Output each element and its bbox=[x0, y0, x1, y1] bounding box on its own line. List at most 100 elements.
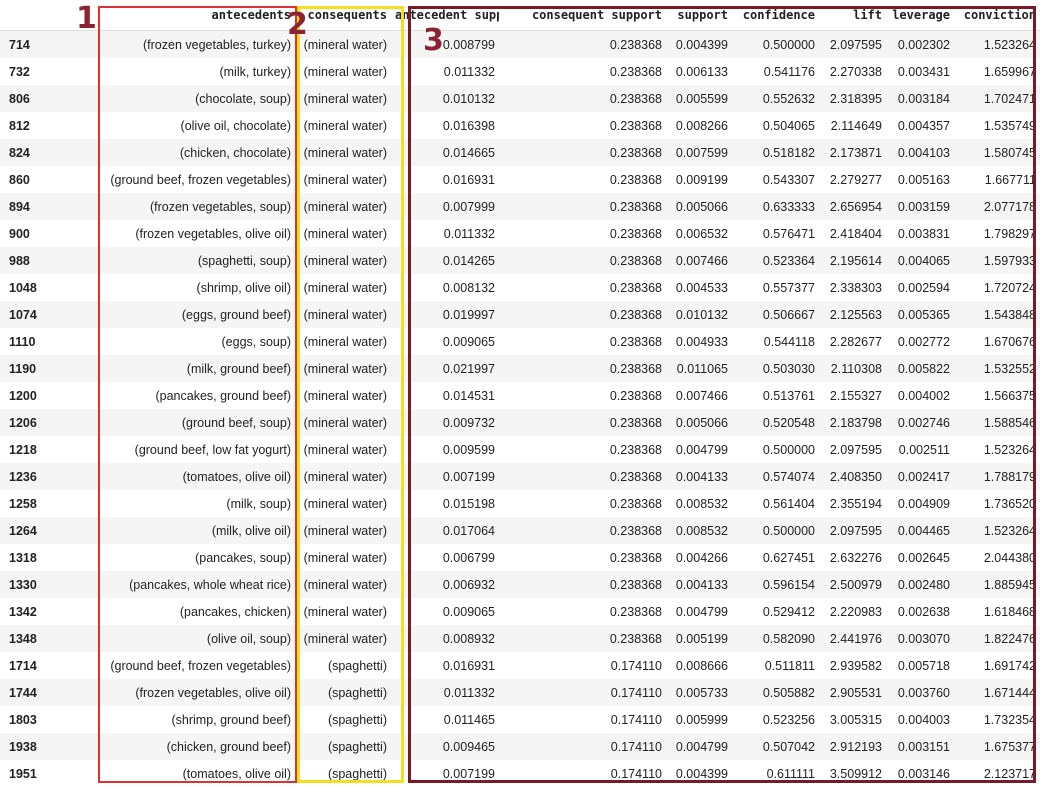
cell-consequent-support: 0.238368 bbox=[499, 544, 666, 571]
cell-support: 0.008532 bbox=[666, 517, 732, 544]
cell-consequent-support: 0.238368 bbox=[499, 517, 666, 544]
cell-index: 1218 bbox=[0, 436, 98, 463]
cell-antecedents: (frozen vegetables, soup) bbox=[98, 193, 295, 220]
cell-support: 0.007599 bbox=[666, 139, 732, 166]
cell-consequents: (mineral water) bbox=[295, 58, 391, 85]
cell-leverage: 0.003070 bbox=[886, 625, 954, 652]
cell-antecedent-support: 0.011332 bbox=[391, 220, 499, 247]
cell-lift: 2.279277 bbox=[819, 166, 886, 193]
cell-confidence: 0.506667 bbox=[732, 301, 819, 328]
cell-consequents: (mineral water) bbox=[295, 382, 391, 409]
cell-consequent-support: 0.238368 bbox=[499, 409, 666, 436]
cell-antecedent-support: 0.009465 bbox=[391, 733, 499, 760]
cell-consequents: (mineral water) bbox=[295, 112, 391, 139]
cell-consequent-support: 0.238368 bbox=[499, 571, 666, 598]
cell-antecedent-support: 0.009065 bbox=[391, 598, 499, 625]
cell-lift: 2.173871 bbox=[819, 139, 886, 166]
table-row: 860 (ground beef, frozen vegetables) (mine… bbox=[0, 166, 1040, 193]
cell-confidence: 0.503030 bbox=[732, 355, 819, 382]
table-row: 806 (chocolate, soup) (mineral water) 0.010… bbox=[0, 85, 1040, 112]
cell-index: 894 bbox=[0, 193, 98, 220]
cell-consequents: (mineral water) bbox=[295, 625, 391, 652]
cell-antecedents: (pancakes, chicken) bbox=[98, 598, 295, 625]
cell-leverage: 0.005718 bbox=[886, 652, 954, 679]
cell-conviction: 2.044380 bbox=[954, 544, 1040, 571]
cell-consequent-support: 0.238368 bbox=[499, 382, 666, 409]
cell-antecedent-support: 0.016931 bbox=[391, 652, 499, 679]
cell-support: 0.004399 bbox=[666, 760, 732, 787]
cell-leverage: 0.002645 bbox=[886, 544, 954, 571]
cell-consequents: (spaghetti) bbox=[295, 679, 391, 706]
cell-confidence: 0.523256 bbox=[732, 706, 819, 733]
table-row: 894 (frozen vegetables, soup) (mineral wat… bbox=[0, 193, 1040, 220]
cell-antecedents: (milk, ground beef) bbox=[98, 355, 295, 382]
cell-consequents: (mineral water) bbox=[295, 544, 391, 571]
cell-antecedents: (ground beef, frozen vegetables) bbox=[98, 166, 295, 193]
cell-support: 0.010132 bbox=[666, 301, 732, 328]
cell-consequent-support: 0.238368 bbox=[499, 328, 666, 355]
cell-consequents: (mineral water) bbox=[295, 220, 391, 247]
cell-antecedents: (pancakes, ground beef) bbox=[98, 382, 295, 409]
cell-leverage: 0.004002 bbox=[886, 382, 954, 409]
cell-antecedents: (ground beef, soup) bbox=[98, 409, 295, 436]
column-header-consequent-support: consequent support bbox=[499, 0, 666, 31]
cell-lift: 2.656954 bbox=[819, 193, 886, 220]
cell-index: 1190 bbox=[0, 355, 98, 382]
cell-antecedents: (pancakes, whole wheat rice) bbox=[98, 571, 295, 598]
cell-consequent-support: 0.174110 bbox=[499, 652, 666, 679]
cell-antecedent-support: 0.019997 bbox=[391, 301, 499, 328]
cell-support: 0.004133 bbox=[666, 463, 732, 490]
cell-support: 0.004266 bbox=[666, 544, 732, 571]
cell-index: 1200 bbox=[0, 382, 98, 409]
table-row: 1110 (eggs, soup) (mineral water) 0.009065 0… bbox=[0, 328, 1040, 355]
cell-conviction: 1.720724 bbox=[954, 274, 1040, 301]
cell-antecedent-support: 0.006932 bbox=[391, 571, 499, 598]
table-row: 714 (frozen vegetables, turkey) (mineral w… bbox=[0, 30, 1040, 58]
cell-consequent-support: 0.238368 bbox=[499, 274, 666, 301]
cell-support: 0.008532 bbox=[666, 490, 732, 517]
cell-antecedent-support: 0.007999 bbox=[391, 193, 499, 220]
cell-confidence: 0.523364 bbox=[732, 247, 819, 274]
column-header-lift: lift bbox=[819, 0, 886, 31]
cell-antecedent-support: 0.011465 bbox=[391, 706, 499, 733]
table-row: 732 (milk, turkey) (mineral water) 0.011332… bbox=[0, 58, 1040, 85]
table-row: 1744 (frozen vegetables, olive oil) (spagh… bbox=[0, 679, 1040, 706]
cell-conviction: 1.671444 bbox=[954, 679, 1040, 706]
cell-lift: 2.355194 bbox=[819, 490, 886, 517]
cell-conviction: 1.798297 bbox=[954, 220, 1040, 247]
cell-leverage: 0.003159 bbox=[886, 193, 954, 220]
cell-lift: 2.905531 bbox=[819, 679, 886, 706]
cell-leverage: 0.003146 bbox=[886, 760, 954, 787]
cell-confidence: 0.574074 bbox=[732, 463, 819, 490]
cell-support: 0.011065 bbox=[666, 355, 732, 382]
cell-support: 0.005066 bbox=[666, 409, 732, 436]
table-row: 1236 (tomatoes, olive oil) (mineral water)… bbox=[0, 463, 1040, 490]
cell-leverage: 0.002594 bbox=[886, 274, 954, 301]
cell-conviction: 1.618468 bbox=[954, 598, 1040, 625]
table-row: 1342 (pancakes, chicken) (mineral water) 0.… bbox=[0, 598, 1040, 625]
table-row: 824 (chicken, chocolate) (mineral water) 0.… bbox=[0, 139, 1040, 166]
cell-conviction: 1.523264 bbox=[954, 30, 1040, 58]
cell-consequents: (mineral water) bbox=[295, 139, 391, 166]
cell-antecedent-support: 0.014265 bbox=[391, 247, 499, 274]
cell-lift: 2.912193 bbox=[819, 733, 886, 760]
cell-lift: 2.110308 bbox=[819, 355, 886, 382]
cell-lift: 2.418404 bbox=[819, 220, 886, 247]
cell-confidence: 0.500000 bbox=[732, 436, 819, 463]
cell-confidence: 0.518182 bbox=[732, 139, 819, 166]
cell-consequent-support: 0.238368 bbox=[499, 193, 666, 220]
cell-confidence: 0.520548 bbox=[732, 409, 819, 436]
cell-lift: 2.155327 bbox=[819, 382, 886, 409]
cell-index: 806 bbox=[0, 85, 98, 112]
cell-consequent-support: 0.238368 bbox=[499, 112, 666, 139]
cell-confidence: 0.582090 bbox=[732, 625, 819, 652]
cell-leverage: 0.002746 bbox=[886, 409, 954, 436]
cell-support: 0.004799 bbox=[666, 733, 732, 760]
cell-consequent-support: 0.238368 bbox=[499, 247, 666, 274]
cell-support: 0.005999 bbox=[666, 706, 732, 733]
cell-index: 824 bbox=[0, 139, 98, 166]
cell-support: 0.006532 bbox=[666, 220, 732, 247]
cell-consequents: (mineral water) bbox=[295, 247, 391, 274]
cell-consequent-support: 0.238368 bbox=[499, 166, 666, 193]
table-row: 1938 (chicken, ground beef) (spaghetti) 0.0… bbox=[0, 733, 1040, 760]
